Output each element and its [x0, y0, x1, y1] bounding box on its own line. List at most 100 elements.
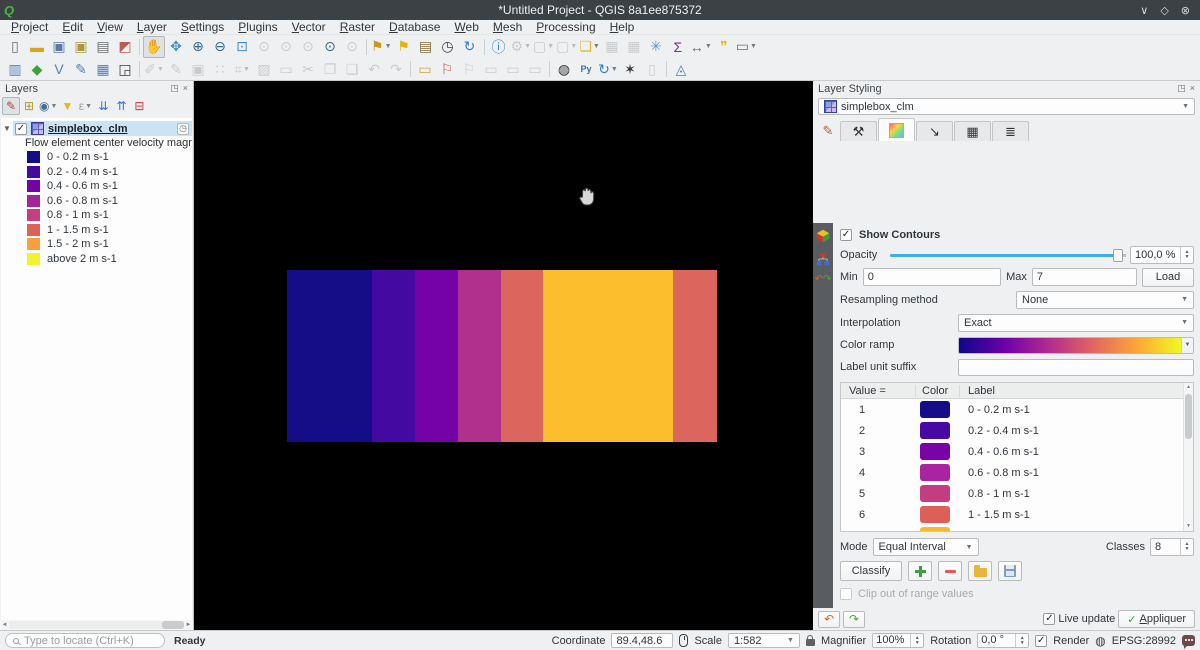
new-geopackage-icon[interactable]: ◆	[26, 58, 48, 80]
class-color-swatch[interactable]	[920, 401, 950, 418]
map-canvas[interactable]	[194, 81, 813, 630]
opacity-slider[interactable]	[890, 247, 1126, 263]
color-ramp-button[interactable]	[959, 338, 1181, 353]
legend-class-item[interactable]: 1.5 - 2 m s-1	[27, 237, 192, 252]
refresh-map-icon[interactable]: ↻	[459, 36, 481, 58]
pan-map-icon[interactable]: ✋	[143, 36, 165, 58]
class-table-row[interactable]: 5 0.8 - 1 m s-1	[841, 483, 1193, 504]
minimize-icon[interactable]: ∨	[1140, 4, 1148, 17]
class-value[interactable]: 6	[841, 509, 916, 521]
run-feature-action-icon[interactable]: ⚙▼	[510, 36, 533, 58]
bookmark-manager-icon[interactable]: ▤	[415, 36, 437, 58]
crs-globe-icon[interactable]: ◍	[1095, 634, 1105, 648]
class-value[interactable]: 3	[841, 446, 916, 458]
coordinate-input[interactable]: 89.4,48.6	[611, 633, 673, 648]
select-features-icon[interactable]: ▢▼	[532, 36, 555, 58]
move-label-icon[interactable]: ▭	[502, 58, 524, 80]
show-bookmarks-icon[interactable]: ⚑	[393, 36, 415, 58]
clip-checkbox[interactable]	[840, 588, 852, 600]
zoom-to-layer-icon[interactable]: ⊙	[275, 36, 297, 58]
class-table-row[interactable]: 40.6 - 0.8 m s-1	[841, 462, 1193, 483]
save-project-icon[interactable]: ▣	[48, 36, 70, 58]
menu-web[interactable]: Web	[447, 20, 485, 34]
opacity-spinbox[interactable]: 100,0 %▲▼	[1130, 246, 1194, 264]
add-group-icon[interactable]: ⊞	[20, 97, 38, 115]
filter-legend-icon[interactable]: ▼	[58, 97, 76, 115]
menu-layer[interactable]: Layer	[130, 20, 174, 34]
class-value[interactable]: 4	[841, 467, 916, 479]
rotation-spinbox[interactable]: 0,0 °▲▼	[977, 633, 1029, 648]
class-label[interactable]: 0 - 0.2 m s-1	[960, 404, 1193, 416]
maximize-icon[interactable]: ◇	[1160, 4, 1168, 17]
scroll-down-icon[interactable]: ▼	[1184, 522, 1193, 531]
show-contours-checkbox[interactable]	[840, 229, 852, 241]
measure-icon[interactable]: ↔▼	[689, 36, 713, 58]
layers-hscrollbar[interactable]: ◄ ►	[0, 620, 193, 630]
open-layer-styling-icon[interactable]: ✎	[2, 97, 20, 115]
class-color-swatch[interactable]	[920, 422, 950, 439]
zoom-in-icon[interactable]: ⊕	[187, 36, 209, 58]
class-color-swatch[interactable]	[920, 464, 950, 481]
layer-name[interactable]: simplebox_clm	[48, 123, 127, 135]
ramp-dropdown-icon[interactable]: ▼	[1181, 338, 1193, 353]
modify-attributes-icon[interactable]: ▨	[253, 58, 275, 80]
help-contents-icon[interactable]: ▯	[641, 58, 663, 80]
tab-rendering[interactable]: ▦	[954, 121, 991, 141]
layer-visibility-checkbox[interactable]	[15, 123, 27, 135]
class-table-row[interactable]: 2 0.2 - 0.4 m s-1	[841, 420, 1193, 441]
class-value[interactable]: 2	[841, 425, 916, 437]
menu-vector[interactable]: Vector	[285, 20, 333, 34]
temporal-controller-icon[interactable]: ◷	[437, 36, 459, 58]
layer-labeling-icon[interactable]: ▭	[414, 58, 436, 80]
zoom-out-icon[interactable]: ⊖	[209, 36, 231, 58]
menu-processing[interactable]: Processing	[529, 20, 602, 34]
min-input[interactable]: 0	[863, 268, 1001, 286]
new-shapefile-icon[interactable]: V	[48, 58, 70, 80]
classify-button[interactable]: Classify	[840, 561, 902, 581]
magnifier-spinbox[interactable]: 100%▲▼	[872, 633, 924, 648]
toggle-editing-icon[interactable]: ✎	[165, 58, 187, 80]
vscroll-thumb[interactable]	[1185, 394, 1192, 439]
new-virtual-layer-icon[interactable]: ◲	[114, 58, 136, 80]
close-icon[interactable]: ⊗	[1181, 4, 1190, 17]
col-color-header[interactable]: Color	[916, 385, 960, 397]
class-label[interactable]: 0.8 - 1 m s-1	[960, 488, 1193, 500]
class-value[interactable]: 5	[841, 488, 916, 500]
legend-class-item[interactable]: 0.2 - 0.4 m s-1	[27, 165, 192, 180]
open-attribute-table-icon[interactable]: ▦	[601, 36, 623, 58]
col-value-header[interactable]: Value =	[841, 385, 916, 397]
class-table-row[interactable]: 30.4 - 0.6 m s-1	[841, 441, 1193, 462]
vertex-tool-icon[interactable]: ⌗▼	[231, 58, 253, 80]
class-table-row[interactable]: 71.5 - 2 m s-1	[841, 525, 1193, 532]
max-input[interactable]: 7	[1032, 268, 1137, 286]
save-layer-edits-icon[interactable]: ▣	[187, 58, 209, 80]
manage-map-themes-icon[interactable]: ◉▼	[38, 97, 58, 115]
temporal-clock-icon[interactable]: ◷	[177, 123, 189, 135]
rotate-label-icon[interactable]: ▭	[524, 58, 546, 80]
menu-help[interactable]: Help	[603, 20, 642, 34]
scroll-up-icon[interactable]: ▲	[1184, 383, 1193, 392]
zoom-last-icon[interactable]: ⊙	[319, 36, 341, 58]
collapse-all-icon[interactable]: ⇈	[112, 97, 130, 115]
processing-toolbox-icon[interactable]: ✳	[645, 36, 667, 58]
class-label[interactable]: 1 - 1.5 m s-1	[960, 509, 1193, 521]
new-bookmark-icon[interactable]: ⚑▼	[370, 36, 393, 58]
tab-vectors[interactable]: ↘	[916, 121, 953, 141]
load-button[interactable]: Load	[1142, 268, 1194, 287]
messages-icon[interactable]	[1182, 635, 1195, 646]
data-source-manager-icon[interactable]: ▥	[4, 58, 26, 80]
save-classes-button[interactable]	[998, 561, 1022, 581]
new-geojson-icon[interactable]: ✎	[70, 58, 92, 80]
filter-by-expression-icon[interactable]: ε▼	[76, 97, 94, 115]
text-annotation-icon[interactable]: ▭▼	[735, 36, 758, 58]
zoom-next-icon[interactable]: ⊙	[341, 36, 363, 58]
interpolation-combo[interactable]: Exact▼	[958, 314, 1194, 332]
class-label[interactable]: 0.2 - 0.4 m s-1	[960, 425, 1193, 437]
class-table-row[interactable]: 6 1 - 1.5 m s-1	[841, 504, 1193, 525]
class-value[interactable]: 7	[841, 530, 916, 533]
tab-contours[interactable]	[878, 118, 915, 141]
copy-features-icon[interactable]: ❐	[319, 58, 341, 80]
tab-averaging[interactable]: ≣	[992, 121, 1029, 141]
menu-database[interactable]: Database	[382, 20, 447, 34]
save-project-as-icon[interactable]: ▣	[70, 36, 92, 58]
